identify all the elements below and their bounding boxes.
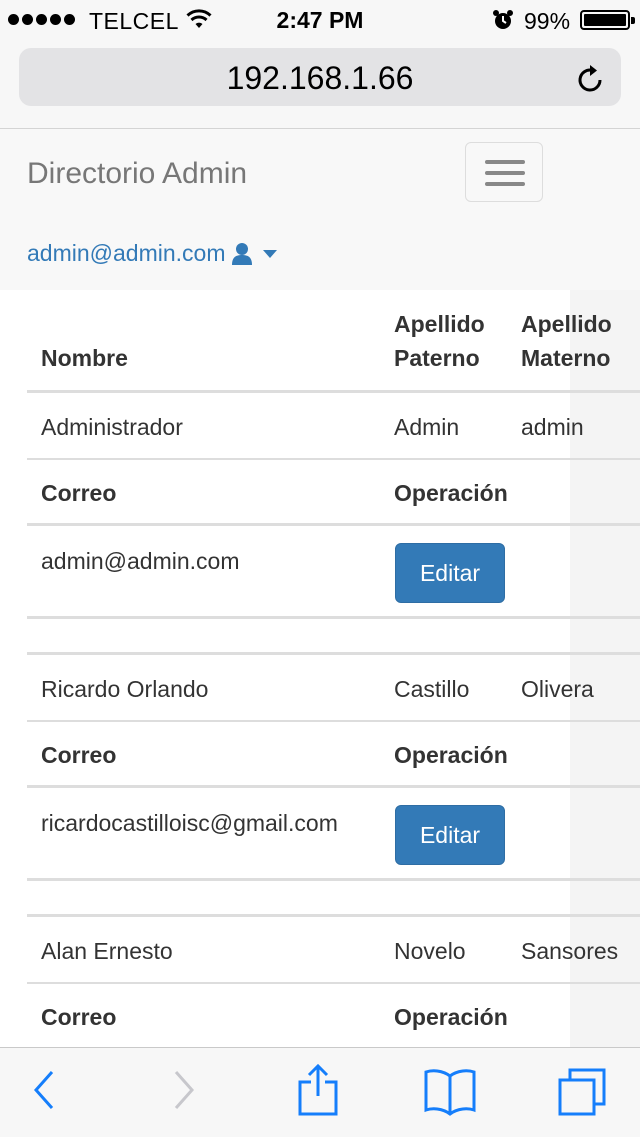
share-icon[interactable] <box>296 1062 340 1118</box>
reload-icon[interactable] <box>577 63 605 93</box>
battery-percent: 99% <box>524 8 571 34</box>
divider <box>27 720 640 722</box>
user-email: admin@admin.com <box>27 240 226 266</box>
header-correo: Correo <box>41 1004 117 1030</box>
cell-paterno: Novelo <box>394 938 466 964</box>
divider <box>27 878 640 881</box>
address-bar[interactable]: 192.168.1.66 <box>19 48 621 106</box>
header-paterno-1: Apellido <box>394 311 485 337</box>
cell-materno: Olivera <box>521 676 594 702</box>
hamburger-icon <box>485 160 525 164</box>
header-operacion: Operación <box>394 480 508 506</box>
user-icon <box>232 242 253 265</box>
user-dropdown[interactable]: admin@admin.com <box>27 240 278 267</box>
divider <box>27 982 640 984</box>
header-operacion: Operación <box>394 1004 508 1030</box>
divider <box>27 785 640 788</box>
cell-nombre: Alan Ernesto <box>41 938 173 964</box>
cell-correo: ricardocastilloisc@gmail.com <box>41 810 338 836</box>
divider <box>27 458 640 460</box>
bookmarks-icon[interactable] <box>422 1066 478 1116</box>
cell-paterno: Admin <box>394 414 460 440</box>
header-paterno-2: Paterno <box>394 345 480 371</box>
cell-materno: admin <box>521 414 584 440</box>
cell-nombre: Administrador <box>41 414 183 440</box>
cell-correo: admin@admin.com <box>41 548 240 574</box>
divider <box>27 914 640 917</box>
caret-down-icon <box>263 249 278 258</box>
cell-nombre: Ricardo Orlando <box>41 676 209 702</box>
hamburger-bar <box>485 182 525 186</box>
cell-materno: Sansores <box>521 938 619 964</box>
users-table: Nombre Apellido Paterno Apellido Materno… <box>27 290 640 1047</box>
browser-bar: 192.168.1.66 <box>0 40 640 129</box>
alarm-icon <box>493 10 513 29</box>
header-operacion: Operación <box>394 742 508 768</box>
battery-icon <box>580 10 635 30</box>
forward-icon[interactable] <box>170 1068 198 1112</box>
edit-button[interactable]: Editar <box>395 805 505 865</box>
header-materno-2: Materno <box>521 345 611 371</box>
tabs-icon[interactable] <box>556 1066 608 1118</box>
divider <box>27 616 640 619</box>
brand-link[interactable]: Directorio Admin <box>27 157 247 191</box>
edit-button[interactable]: Editar <box>395 543 505 603</box>
header-correo: Correo <box>41 742 117 768</box>
header-nombre: Nombre <box>41 345 128 371</box>
browser-toolbar <box>0 1047 640 1137</box>
header-materno-1: Apellido <box>521 311 612 337</box>
back-icon[interactable] <box>30 1068 58 1112</box>
divider <box>27 523 640 526</box>
status-bar: TELCEL 2:47 PM 99% <box>0 0 640 40</box>
header-correo: Correo <box>41 480 117 506</box>
navbar: Directorio Admin admin@admin.com <box>0 129 640 289</box>
hamburger-bar <box>485 171 525 175</box>
divider <box>27 652 640 655</box>
divider <box>27 390 640 393</box>
url-text: 192.168.1.66 <box>226 60 414 96</box>
cell-paterno: Castillo <box>394 676 470 702</box>
menu-toggle-button[interactable] <box>465 142 543 202</box>
